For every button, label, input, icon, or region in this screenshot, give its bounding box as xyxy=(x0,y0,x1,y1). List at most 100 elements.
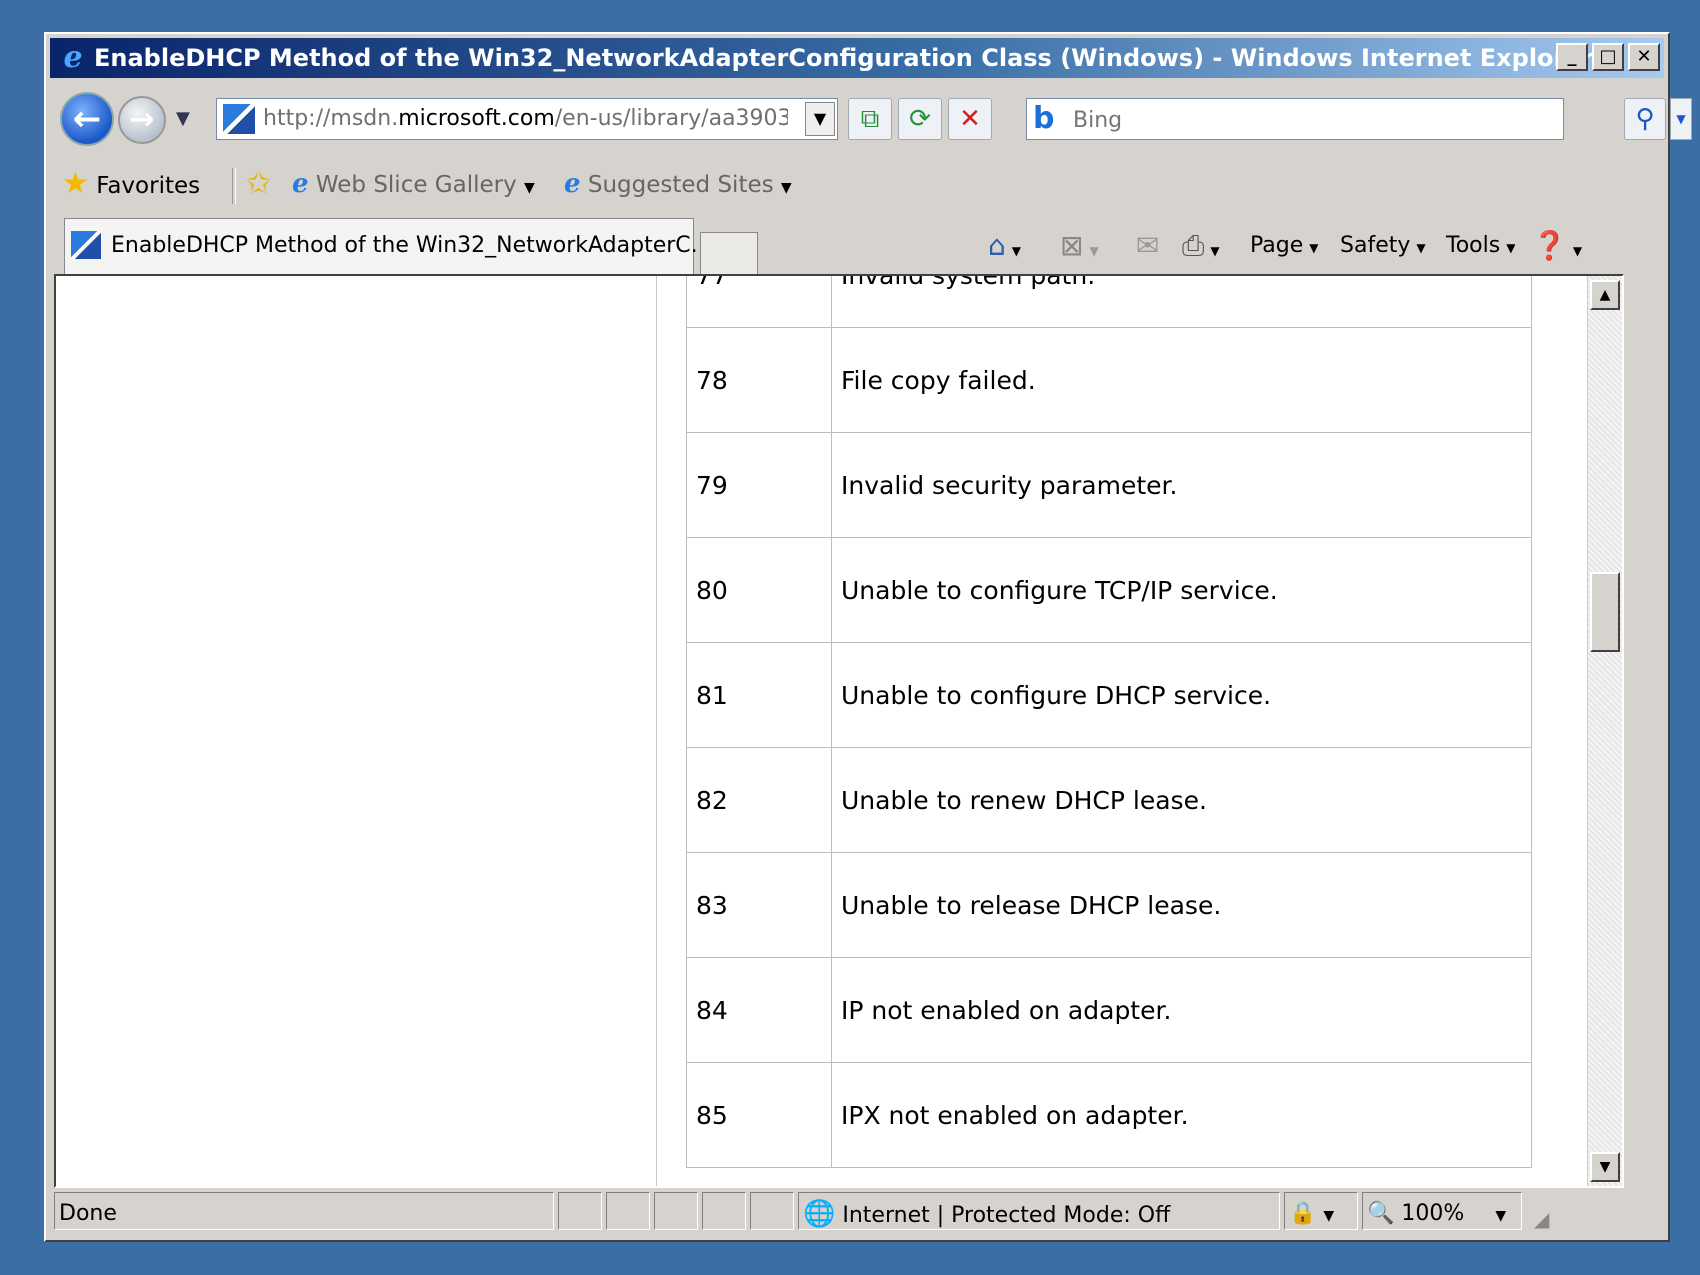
favorites-star-icon: ★ xyxy=(62,166,89,201)
lock-icon: 🔒 xyxy=(1289,1201,1317,1226)
home-icon: ⌂ xyxy=(988,229,1006,262)
page-menu[interactable]: Page ▼ xyxy=(1250,218,1319,274)
add-to-favorites-bar-icon[interactable]: ✩ xyxy=(246,154,271,214)
internet-explorer-icon: e xyxy=(63,40,83,75)
status-text: Done xyxy=(54,1192,554,1230)
recent-pages-dropdown[interactable]: ▼ xyxy=(176,108,190,129)
tab-title: EnableDHCP Method of the Win32_NetworkAd… xyxy=(111,233,712,258)
return-message: IP not enabled on adapter. xyxy=(831,957,1532,1063)
table-row: 77 Invalid system path. xyxy=(686,276,1532,328)
back-button[interactable]: ← xyxy=(60,92,114,146)
feeds-button[interactable]: ⊠ ▼ xyxy=(1060,218,1099,274)
return-message: IPX not enabled on adapter. xyxy=(831,1062,1532,1168)
status-pane-empty xyxy=(702,1192,746,1230)
ie-page-icon: e xyxy=(564,169,581,199)
table-row: 78 File copy failed. xyxy=(686,327,1532,433)
stop-icon[interactable]: ✕ xyxy=(948,98,992,140)
table-row: 80 Unable to configure TCP/IP service. xyxy=(686,537,1532,643)
suggested-sites-link[interactable]: e Suggested Sites ▼ xyxy=(564,154,792,214)
internet-globe-icon: 🌐 xyxy=(803,1199,836,1229)
web-slice-gallery-link[interactable]: e Web Slice Gallery ▼ xyxy=(292,154,535,214)
mail-icon: ✉ xyxy=(1136,229,1160,262)
return-code: 83 xyxy=(686,852,832,958)
tab-bar: EnableDHCP Method of the Win32_NetworkAd… xyxy=(56,218,1658,280)
maximize-button[interactable]: □ xyxy=(1592,43,1624,71)
table-row: 84 IP not enabled on adapter. xyxy=(686,957,1532,1063)
rss-feed-icon: ⊠ xyxy=(1060,229,1084,262)
address-url[interactable]: http://msdn.microsoft.com/en-us/library/… xyxy=(263,99,788,139)
title-bar[interactable]: e EnableDHCP Method of the Win32_Network… xyxy=(50,38,1664,78)
return-message: Unable to renew DHCP lease. xyxy=(831,747,1532,853)
zoom-level[interactable]: 🔍 100% ▼ xyxy=(1362,1192,1522,1230)
minimize-button[interactable]: _ xyxy=(1556,43,1588,71)
return-code: 82 xyxy=(686,747,832,853)
return-message: File copy failed. xyxy=(831,327,1532,433)
browser-window: e EnableDHCP Method of the Win32_Network… xyxy=(44,32,1692,1242)
popup-blocker-button[interactable]: 🔒 ▼ xyxy=(1284,1192,1358,1230)
return-code: 85 xyxy=(686,1062,832,1168)
tab-active[interactable]: EnableDHCP Method of the Win32_NetworkAd… xyxy=(64,218,712,274)
table-row: 79 Invalid security parameter. xyxy=(686,432,1532,538)
return-message: Unable to configure TCP/IP service. xyxy=(831,537,1532,643)
chevron-down-icon: ▼ xyxy=(1495,1208,1507,1224)
return-code: 79 xyxy=(686,432,832,538)
return-message: Unable to configure DHCP service. xyxy=(831,642,1532,748)
forward-button[interactable]: → xyxy=(118,96,166,144)
safety-menu[interactable]: Safety ▼ xyxy=(1340,218,1426,274)
compatibility-view-icon[interactable]: ⧉ xyxy=(848,98,892,140)
msdn-page-icon xyxy=(71,231,101,259)
table-row: 82 Unable to renew DHCP lease. xyxy=(686,747,1532,853)
address-bar[interactable]: http://msdn.microsoft.com/en-us/library/… xyxy=(216,98,838,140)
resize-grip-icon[interactable]: ◢ xyxy=(1534,1198,1549,1240)
favorites-separator xyxy=(232,168,236,204)
scroll-down-button[interactable]: ▼ xyxy=(1590,1152,1620,1182)
return-message: Unable to release DHCP lease. xyxy=(831,852,1532,958)
printer-icon: ⎙ xyxy=(1182,229,1205,262)
favorites-bar: ★ Favorites ✩ e Web Slice Gallery ▼ e Su… xyxy=(56,154,1658,214)
zoom-icon: 🔍 xyxy=(1367,1201,1395,1226)
close-button[interactable]: ✕ xyxy=(1628,43,1660,71)
refresh-icon[interactable]: ⟳ xyxy=(898,98,942,140)
favorites-button[interactable]: ★ Favorites xyxy=(62,154,200,214)
help-button[interactable]: ❓ ▼ xyxy=(1532,218,1582,274)
return-code: 81 xyxy=(686,642,832,748)
address-dropdown-button[interactable]: ▼ xyxy=(805,102,835,136)
chevron-down-icon: ▼ xyxy=(780,180,792,196)
read-mail-button[interactable]: ✉ xyxy=(1136,218,1159,274)
tools-menu[interactable]: Tools ▼ xyxy=(1446,218,1515,274)
return-codes-grid: 77 Invalid system path. 78 File copy fai… xyxy=(686,276,1532,1168)
return-message: Invalid system path. xyxy=(831,276,1532,328)
status-pane-empty xyxy=(606,1192,650,1230)
scrollbar-thumb[interactable] xyxy=(1590,572,1620,652)
home-button[interactable]: ⌂ ▼ xyxy=(988,218,1021,274)
status-bar: Done 🌐 Internet | Protected Mode: Off 🔒 … xyxy=(54,1190,1660,1234)
table-row: 83 Unable to release DHCP lease. xyxy=(686,852,1532,958)
search-icon[interactable]: ⚲ xyxy=(1624,98,1666,140)
search-box[interactable]: b xyxy=(1026,98,1564,140)
return-code: 78 xyxy=(686,327,832,433)
search-options-dropdown[interactable]: ▼ xyxy=(1670,98,1692,140)
msdn-page-icon xyxy=(223,104,255,134)
status-pane-empty xyxy=(750,1192,794,1230)
ie-page-icon: e xyxy=(292,169,309,199)
print-button[interactable]: ⎙ ▼ xyxy=(1182,218,1220,274)
window-title: EnableDHCP Method of the Win32_NetworkAd… xyxy=(94,44,1594,72)
new-tab-button[interactable] xyxy=(700,232,758,276)
return-code: 80 xyxy=(686,537,832,643)
vertical-scrollbar[interactable]: ▲ ▼ xyxy=(1587,276,1622,1186)
chevron-down-icon: ▼ xyxy=(524,180,535,196)
security-zone[interactable]: 🌐 Internet | Protected Mode: Off xyxy=(798,1192,1280,1230)
navigation-bar: ← → ▼ http://msdn.microsoft.com/en-us/li… xyxy=(56,86,1692,150)
left-navigation-pane xyxy=(56,276,657,1186)
search-input[interactable] xyxy=(1071,103,1515,137)
status-pane-empty xyxy=(654,1192,698,1230)
return-code: 77 xyxy=(686,276,832,328)
status-pane-empty xyxy=(558,1192,602,1230)
table-row: 85 IPX not enabled on adapter. xyxy=(686,1062,1532,1168)
help-icon: ❓ xyxy=(1532,229,1567,262)
scroll-up-button[interactable]: ▲ xyxy=(1590,280,1620,310)
return-message: Invalid security parameter. xyxy=(831,432,1532,538)
window-controls: _ □ ✕ xyxy=(1556,43,1660,71)
return-code: 84 xyxy=(686,957,832,1063)
page-content: 77 Invalid system path. 78 File copy fai… xyxy=(54,274,1624,1188)
